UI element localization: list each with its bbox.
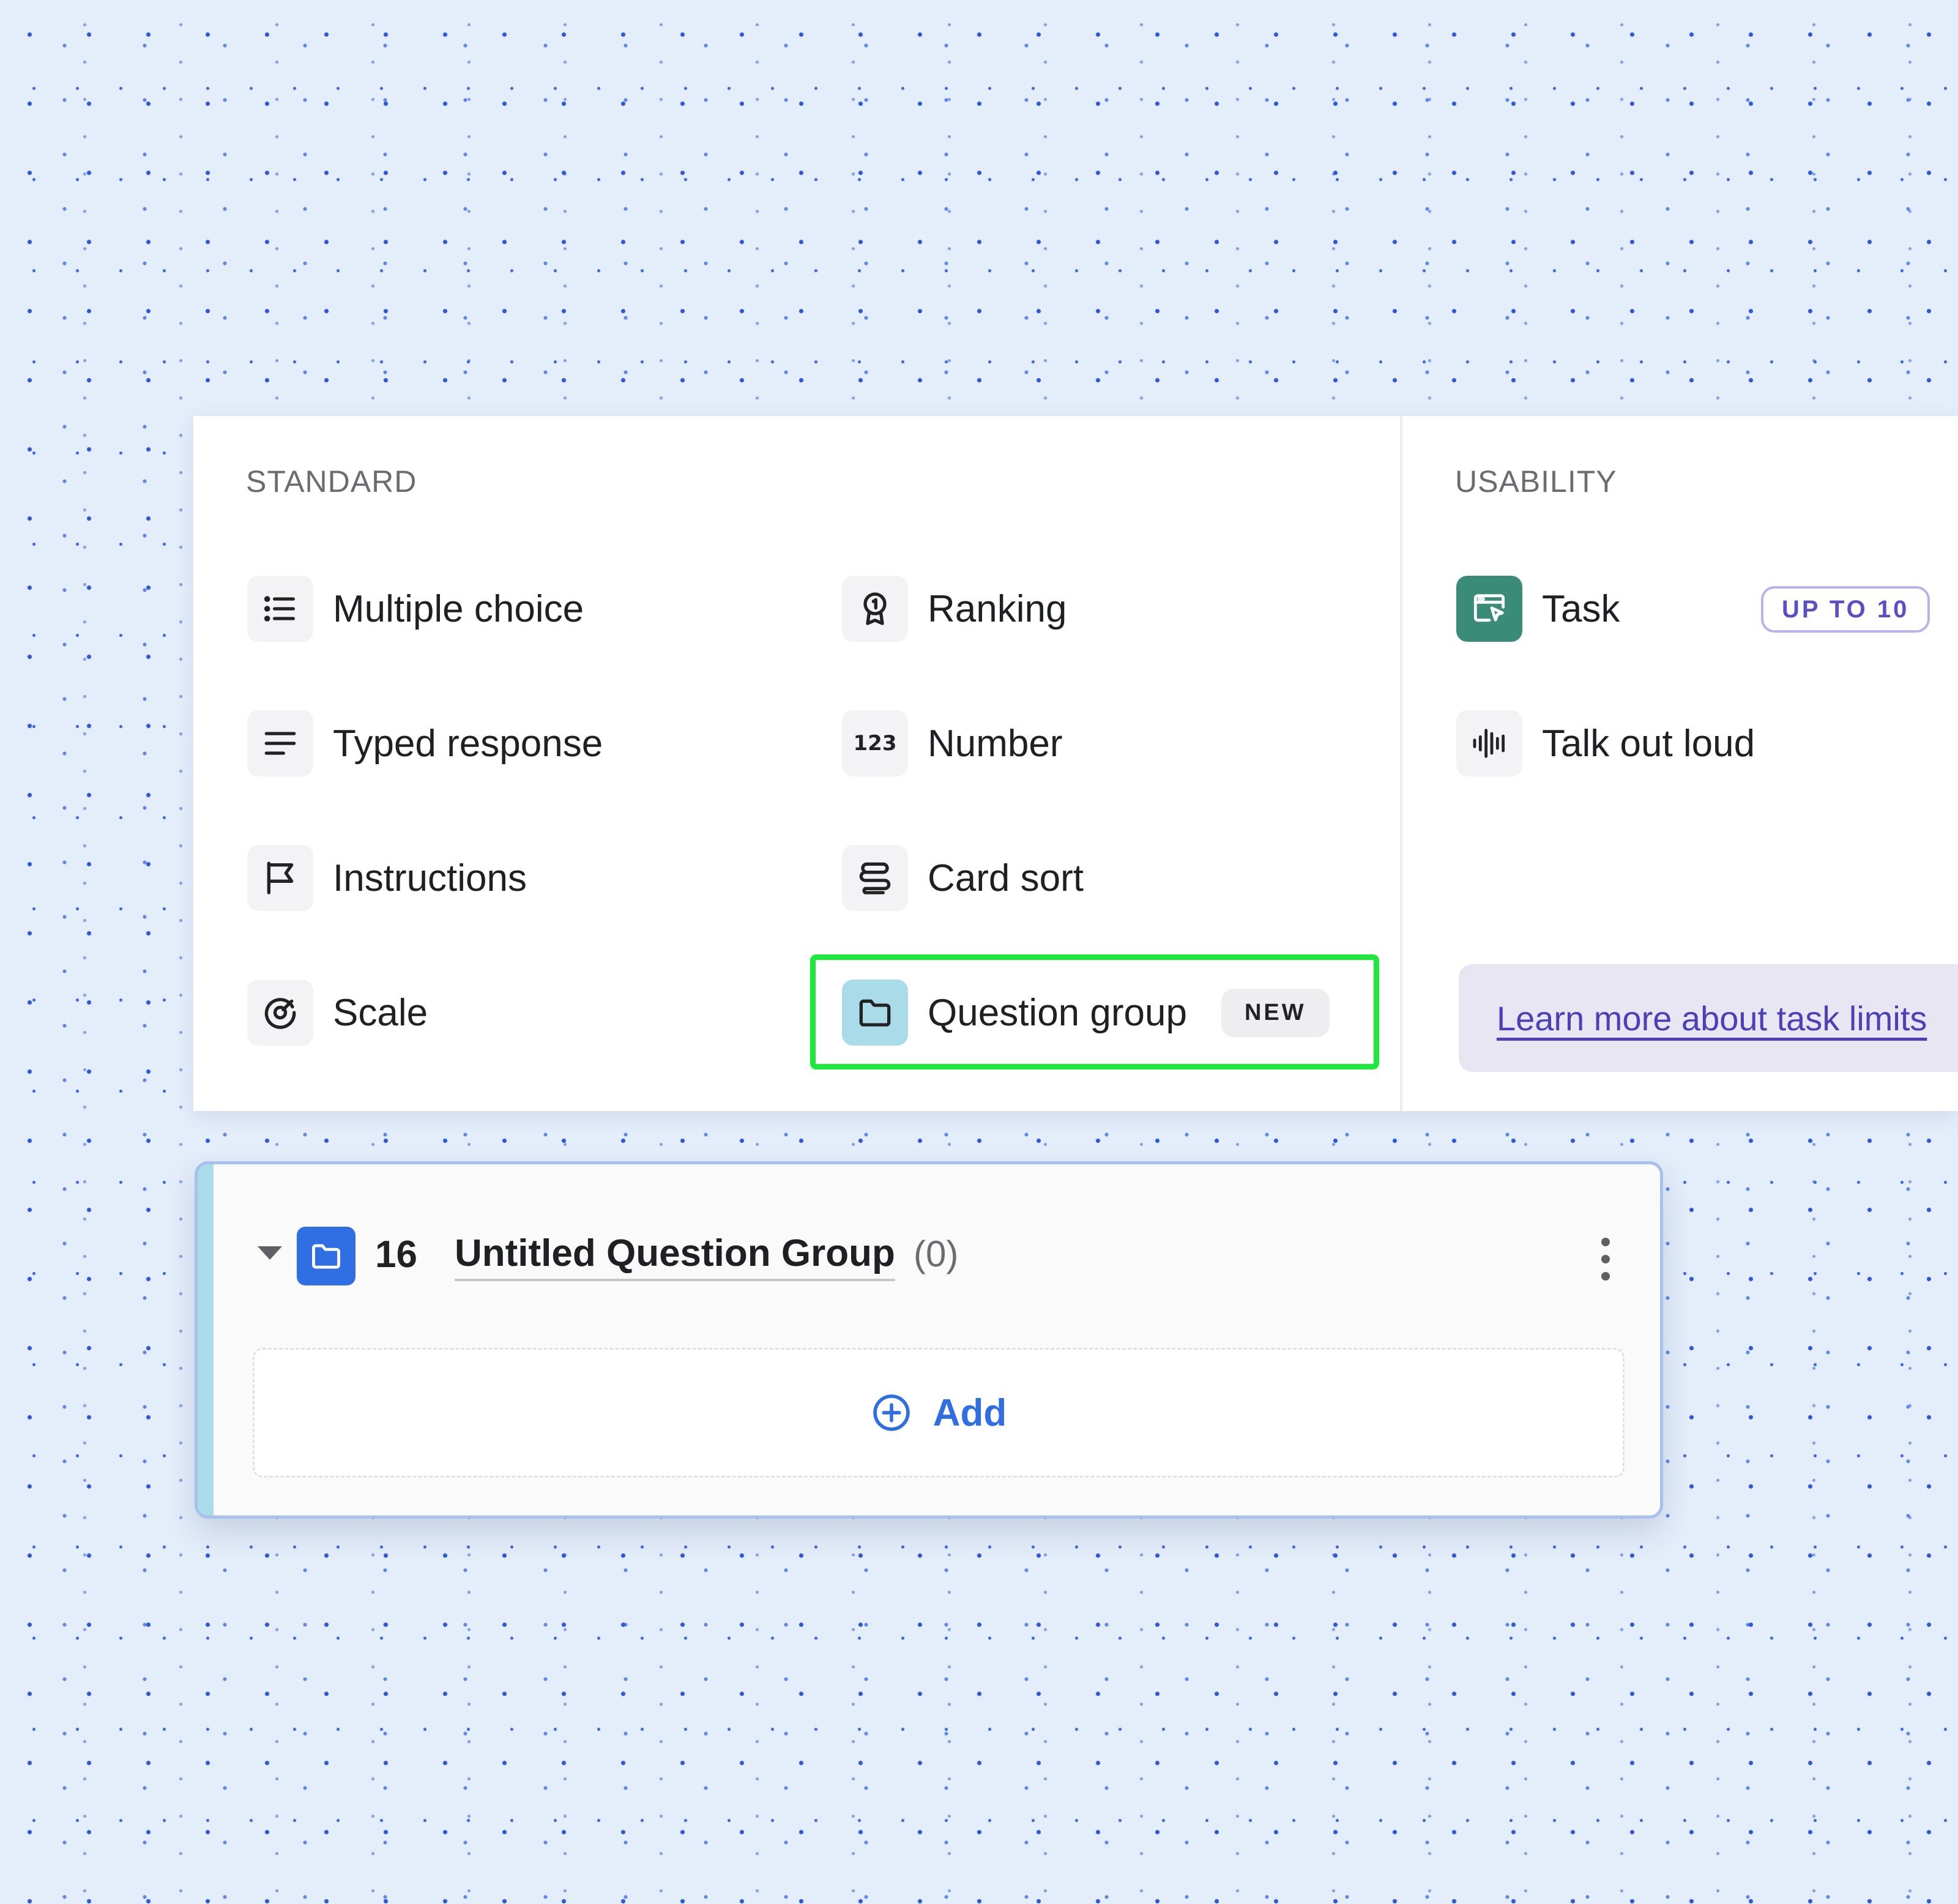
group-accent-bar	[198, 1164, 214, 1515]
menu-item-label: Card sort	[928, 857, 1084, 899]
plus-circle-icon	[873, 1394, 910, 1431]
usability-column: USABILITY Task UP TO 10 Talk out loud Le…	[1402, 416, 1958, 1111]
menu-item-label: Ranking	[928, 587, 1067, 630]
menu-item-ranking[interactable]: Ranking	[842, 575, 1066, 642]
number-glyph: 123	[853, 731, 897, 756]
question-group-card[interactable]: 16 Untitled Question Group (0) Add	[195, 1161, 1663, 1519]
group-number: 16	[375, 1233, 417, 1276]
add-question-button[interactable]: Add	[253, 1348, 1625, 1478]
menu-item-talk-out-loud[interactable]: Talk out loud	[1456, 710, 1755, 777]
more-options-icon[interactable]	[1596, 1238, 1615, 1281]
menu-item-label: Task	[1542, 587, 1620, 630]
learn-more-link[interactable]: Learn more about task limits	[1497, 998, 1927, 1038]
menu-item-label: Talk out loud	[1542, 722, 1755, 765]
menu-item-label: Scale	[333, 991, 428, 1034]
number-icon: 123	[842, 710, 908, 776]
group-question-count: (0)	[914, 1233, 959, 1274]
ribbon-icon	[842, 576, 908, 642]
task-limits-info: Learn more about task limits	[1459, 964, 1958, 1072]
add-label: Add	[932, 1391, 1007, 1434]
menu-item-task[interactable]: Task	[1456, 575, 1620, 642]
question-type-menu: STANDARD Multiple choice Typed response	[193, 416, 1958, 1111]
list-icon	[247, 576, 313, 642]
standard-section-title: STANDARD	[246, 464, 417, 499]
collapse-caret-icon[interactable]	[258, 1246, 282, 1260]
menu-item-label: Number	[928, 722, 1063, 765]
selection-highlight	[810, 954, 1379, 1069]
menu-item-typed-response[interactable]: Typed response	[247, 710, 603, 777]
menu-item-multiple-choice[interactable]: Multiple choice	[247, 575, 584, 642]
menu-item-scale[interactable]: Scale	[247, 979, 428, 1046]
group-title-input[interactable]: Untitled Question Group	[455, 1232, 895, 1281]
card-sort-icon	[842, 845, 908, 911]
menu-item-instructions[interactable]: Instructions	[247, 844, 527, 912]
task-icon	[1456, 576, 1522, 642]
folder-icon	[297, 1227, 355, 1285]
flag-icon	[247, 845, 313, 911]
menu-item-label: Multiple choice	[333, 587, 584, 630]
task-limit-badge: UP TO 10	[1761, 586, 1930, 633]
text-lines-icon	[247, 710, 313, 776]
menu-item-label: Typed response	[333, 722, 603, 765]
standard-column: STANDARD Multiple choice Typed response	[193, 416, 1402, 1111]
usability-section-title: USABILITY	[1455, 464, 1617, 499]
menu-item-label: Instructions	[333, 857, 527, 899]
menu-item-card-sort[interactable]: Card sort	[842, 844, 1084, 912]
menu-item-number[interactable]: 123 Number	[842, 710, 1063, 777]
gauge-icon	[247, 980, 313, 1046]
audio-wave-icon	[1456, 710, 1522, 776]
